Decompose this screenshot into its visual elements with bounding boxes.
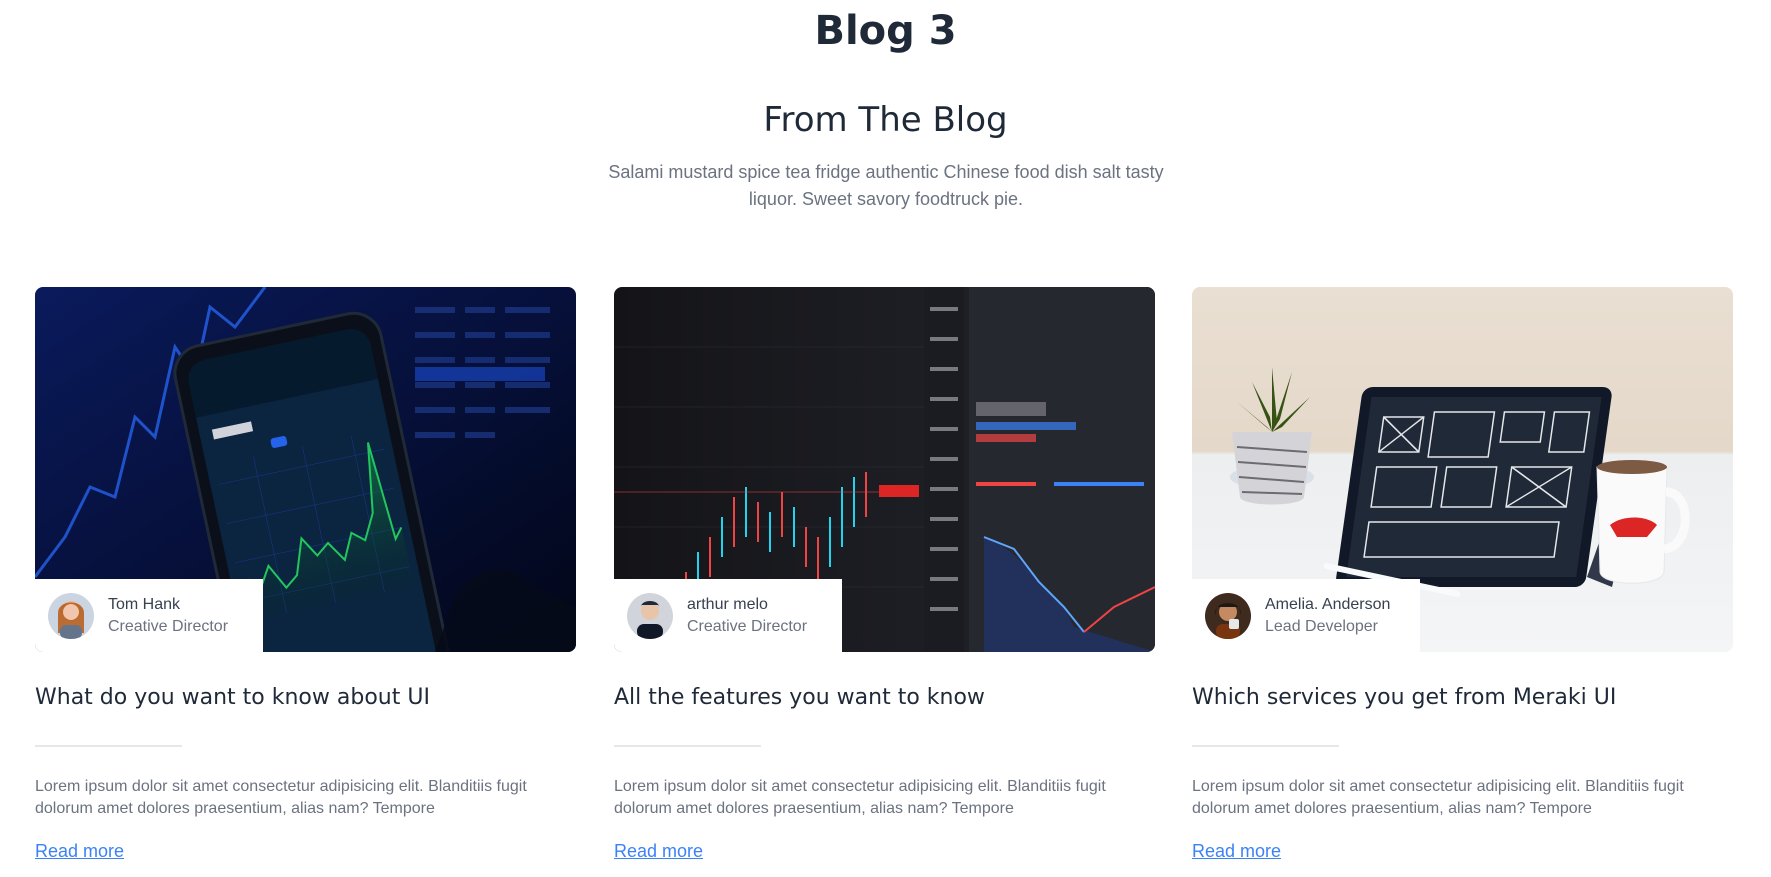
read-more-link[interactable]: Read more (1192, 841, 1281, 862)
avatar[interactable] (627, 592, 673, 639)
read-more-link[interactable]: Read more (35, 841, 124, 862)
author-name: Tom Hank (108, 595, 181, 613)
post-excerpt: Lorem ipsum dolor sit amet consectetur a… (35, 778, 527, 817)
blog-card: Tom Hank Creative Director What do you w… (35, 287, 576, 862)
section-heading: From The Blog (763, 100, 1008, 140)
read-more-link[interactable]: Read more (614, 841, 703, 862)
post-excerpt: Lorem ipsum dolor sit amet consectetur a… (614, 778, 1106, 817)
post-title[interactable]: Which services you get from Meraki UI (1192, 683, 1733, 713)
avatar[interactable] (48, 592, 94, 639)
author-box: Tom Hank Creative Director (35, 579, 263, 652)
author-box: Amelia. Anderson Lead Developer (1192, 579, 1420, 652)
post-title[interactable]: What do you want to know about UI (35, 683, 576, 713)
author-box: arthur melo Creative Director (614, 579, 842, 652)
author-role: Lead Developer (1265, 617, 1378, 635)
author-name: Amelia. Anderson (1265, 595, 1391, 613)
post-excerpt: Lorem ipsum dolor sit amet consectetur a… (1192, 778, 1684, 817)
blog-card: Amelia. Anderson Lead Developer Which se… (1192, 287, 1733, 862)
author-role: Creative Director (687, 617, 808, 635)
divider (1192, 745, 1339, 747)
author-role: Creative Director (108, 617, 229, 635)
avatar[interactable] (1205, 592, 1251, 639)
section-subtitle: Salami mustard spice tea fridge authenti… (608, 162, 1164, 209)
page-title: Blog 3 (814, 8, 957, 54)
blog-card: arthur melo Creative Director All the fe… (614, 287, 1155, 862)
author-name: arthur melo (687, 595, 768, 613)
blog-card-image[interactable]: Tom Hank Creative Director (35, 287, 576, 652)
divider (614, 745, 761, 747)
blog-card-image[interactable]: arthur melo Creative Director (614, 287, 1155, 652)
blog-card-image[interactable]: Amelia. Anderson Lead Developer (1192, 287, 1733, 652)
divider (35, 745, 182, 747)
post-title[interactable]: All the features you want to know (614, 683, 1155, 713)
